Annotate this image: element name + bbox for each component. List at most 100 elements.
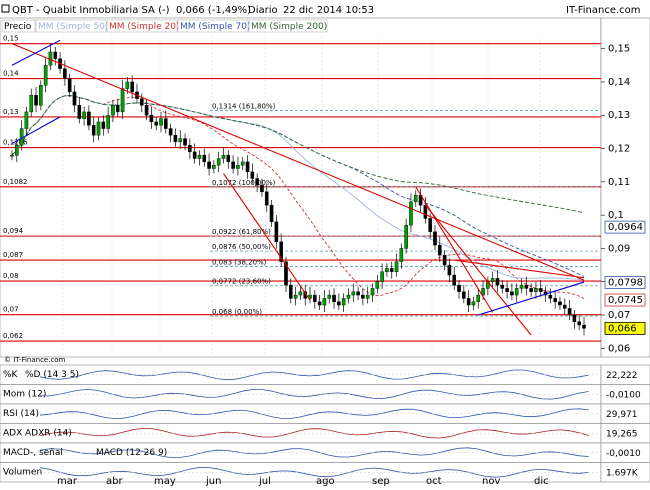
candle-body (327, 294, 332, 299)
candle-body (534, 288, 538, 292)
candle-body (130, 81, 134, 93)
candle-body (19, 128, 24, 146)
candle-body (197, 154, 202, 159)
candle-body (490, 278, 495, 282)
x-tick-label: may (154, 476, 176, 487)
level-label: 0,08 (3, 272, 19, 280)
fib-label: 0,083 (38,20%) (212, 258, 267, 266)
candle-body (567, 308, 572, 316)
stock-chart: QBT - Quabit Inmobiliaria SA (-) 0,066 (… (0, 0, 650, 487)
candle-body (288, 284, 293, 299)
candle-body (389, 268, 394, 272)
indicator-label-2: ADXR (14) (25, 429, 72, 439)
candle-body (572, 314, 577, 322)
y-tick-label: 0,11 (608, 177, 630, 188)
y-tick-label: 0,09 (608, 243, 630, 254)
brand-name: IT-Finance.com (566, 5, 641, 16)
candle-body (154, 121, 159, 126)
indicator-label-2: MACD (12 26 9) (96, 448, 167, 458)
candle-body (168, 128, 173, 136)
fib-label: 0,068 (0,00%) (212, 308, 262, 316)
indicator-value: 19,265 (606, 430, 638, 440)
candle-body (562, 304, 567, 309)
fib-label: 0,1314 (161,80%) (212, 103, 276, 111)
candle-body (264, 191, 269, 206)
chart-timestamp: 22 dic 2014 10:53 (283, 5, 374, 16)
candle-body (255, 178, 259, 186)
indicator-value: 29,971 (606, 410, 638, 420)
candle-body (39, 85, 43, 106)
indicator-label: %K (3, 370, 19, 380)
candle-body (380, 271, 384, 282)
candle-body (212, 164, 216, 169)
candle-body (101, 121, 106, 129)
candle-body (202, 154, 207, 163)
candle-body (183, 138, 187, 146)
indicator-value: -0,0100 (606, 391, 641, 401)
candle-body (337, 301, 341, 306)
candle-body (250, 171, 255, 179)
candle-body (149, 115, 154, 123)
legend-mm20: MM (Simple 20) (109, 22, 179, 32)
level-label: 0,07 (3, 306, 19, 314)
candle-body (404, 224, 408, 249)
candle-body (221, 154, 226, 159)
x-tick-label: ago (316, 476, 335, 487)
value-tag-text: 0,0964 (608, 222, 643, 233)
candle-body (413, 194, 418, 203)
fib-label: 0,1072 (100,00%) (212, 179, 276, 187)
candle-body (356, 291, 360, 296)
candle-body (34, 95, 38, 106)
candle-body (577, 321, 581, 326)
candle-body (500, 284, 505, 289)
candle-body (514, 288, 519, 296)
candle-body (139, 98, 144, 106)
indicator-panels: %K %D (14 3 5) 22,222 Mom (12) -0,0100 RSI (1… (0, 364, 650, 483)
fib-label: 0,0876 (50,00%) (212, 243, 271, 251)
candle-body (87, 111, 91, 126)
indicator-value: 1.697K (606, 469, 639, 479)
candle-body (442, 254, 447, 266)
level-label: 0,1082 (3, 178, 28, 186)
candle-body (476, 294, 481, 302)
candle-body (409, 201, 413, 226)
candle-body (332, 294, 336, 302)
candle-body (63, 68, 67, 79)
candle-body (226, 154, 231, 163)
candle-body (245, 161, 250, 173)
candle-body (346, 294, 351, 299)
indicator-label: Volumen (3, 468, 42, 478)
candle-body (91, 125, 96, 136)
candle-body (10, 154, 14, 157)
candle-body (67, 78, 72, 93)
level-label: 0,062 (3, 332, 23, 340)
candle-body (582, 324, 586, 329)
candle-body (558, 301, 562, 306)
candle-body (317, 301, 322, 306)
x-tick-label: jul (258, 476, 271, 487)
candle-body (207, 161, 211, 169)
indicator-label: MACD-, señal (3, 448, 63, 458)
candle-body (495, 278, 500, 286)
indicator-label: RSI (14) (3, 409, 39, 419)
candle-body (351, 291, 356, 296)
value-tag-text: 0,066 (608, 323, 637, 334)
candle-body (159, 118, 163, 126)
legend-mm200: MM (Simple 200) (251, 22, 327, 32)
indicator-value: 22,222 (606, 371, 638, 381)
candle-body (164, 118, 168, 129)
chart-period: Diario (248, 5, 278, 16)
candle-body (77, 105, 82, 119)
legend: Precio MM (Simple 50) MM (Simple 20) MM … (1, 19, 328, 33)
y-tick-label: 0,1 (608, 210, 624, 221)
y-tick-label: 0,07 (608, 310, 630, 321)
candle-body (505, 288, 509, 292)
level-label: 0,087 (3, 251, 23, 259)
candle-body (24, 111, 29, 129)
x-tick-label: oct (426, 476, 442, 487)
candle-body (341, 298, 346, 306)
candle-body (394, 261, 399, 272)
candle-body (313, 294, 317, 302)
candle-body (293, 294, 298, 299)
level-label: 0,13 (3, 108, 19, 116)
